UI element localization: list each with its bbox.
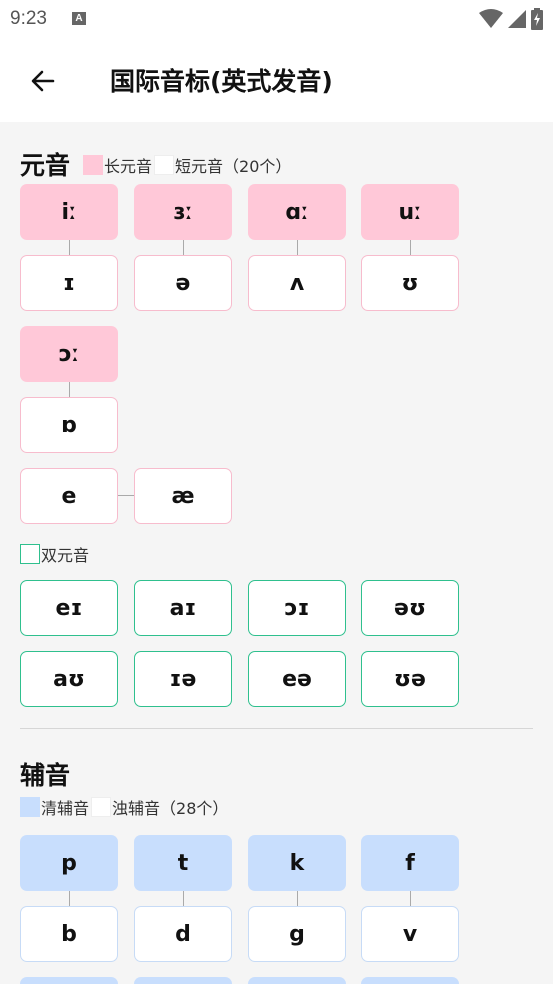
consonants-title: 辅音 (20, 761, 71, 790)
diphthong-tile[interactable]: ɔɪ (248, 580, 346, 636)
page-title: 国际音标(英式发音) (110, 67, 333, 96)
diphthong-legend-label: 双元音 (41, 546, 90, 565)
notification-a-icon: A (72, 12, 86, 25)
voiceless-consonant-tile[interactable]: p (20, 835, 118, 891)
status-icons (479, 8, 543, 30)
short-vowel-tile[interactable]: æ (134, 468, 232, 524)
signal-icon (508, 10, 526, 28)
short-vowel-swatch (154, 155, 175, 175)
vowels-title: 元音 (20, 151, 71, 180)
short-vowel-tile[interactable]: e (20, 468, 118, 524)
pair-connector (69, 240, 70, 255)
app-bar: 国际音标(英式发音) (0, 40, 553, 122)
long-vowel-tile[interactable]: ɑː (248, 184, 346, 240)
diphthong-swatch (20, 544, 40, 564)
consonants-legend: 清辅音 浊辅音（28个） (20, 795, 230, 819)
voiced-consonant-tile[interactable]: g (248, 906, 346, 962)
long-vowel-tile[interactable]: ɔː (20, 326, 118, 382)
long-vowel-tile[interactable]: uː (361, 184, 459, 240)
long-vowel-tile[interactable]: ɜː (134, 184, 232, 240)
pair-connector (183, 240, 184, 255)
pair-connector (183, 891, 184, 906)
diphthong-tile[interactable]: eə (248, 651, 346, 707)
voiced-legend-label: 浊辅音（28个） (112, 799, 229, 818)
pair-connector (69, 891, 70, 906)
short-vowel-tile[interactable]: ɪ (20, 255, 118, 311)
diphthong-tile[interactable]: eɪ (20, 580, 118, 636)
diphthong-tile[interactable]: ʊə (361, 651, 459, 707)
voiced-consonant-tile[interactable]: b (20, 906, 118, 962)
voiceless-consonant-tile[interactable] (134, 977, 232, 984)
diphthong-tile[interactable]: əʊ (361, 580, 459, 636)
status-time: 9:23 (10, 8, 47, 29)
short-vowel-tile[interactable]: ʌ (248, 255, 346, 311)
pair-connector (118, 495, 134, 496)
arrow-left-icon (31, 70, 55, 92)
voiceless-consonant-tile[interactable] (361, 977, 459, 984)
long-vowel-tile[interactable]: iː (20, 184, 118, 240)
wifi-icon (479, 9, 503, 28)
voiceless-swatch (20, 797, 40, 817)
voiceless-legend-label: 清辅音 (41, 799, 90, 818)
pair-connector (297, 891, 298, 906)
voiceless-consonant-tile[interactable] (248, 977, 346, 984)
voiceless-consonant-tile[interactable]: f (361, 835, 459, 891)
long-vowel-legend-label: 长元音 (104, 157, 153, 176)
diphthong-legend: 双元音 (20, 542, 91, 566)
battery-icon (531, 8, 543, 30)
voiceless-consonant-tile[interactable] (20, 977, 118, 984)
short-vowel-tile[interactable]: ʊ (361, 255, 459, 311)
voiced-swatch (91, 797, 112, 817)
status-bar: 9:23 A (0, 0, 553, 40)
pair-connector (410, 240, 411, 255)
long-vowel-swatch (83, 155, 103, 175)
pair-connector (410, 891, 411, 906)
pair-connector (297, 240, 298, 255)
short-vowel-tile[interactable]: ɒ (20, 397, 118, 453)
content-area: 元音 长元音 短元音（20个） iː ɜː ɑː uː ɪ ə ʌ ʊ ɔː ɒ… (0, 122, 553, 984)
voiced-consonant-tile[interactable]: v (361, 906, 459, 962)
back-button[interactable] (22, 60, 64, 102)
voiceless-consonant-tile[interactable]: t (134, 835, 232, 891)
voiced-consonant-tile[interactable]: d (134, 906, 232, 962)
pair-connector (69, 382, 70, 397)
vowels-legend: 长元音 短元音（20个） (83, 153, 293, 177)
section-divider (20, 728, 533, 729)
short-vowel-tile[interactable]: ə (134, 255, 232, 311)
diphthong-tile[interactable]: aʊ (20, 651, 118, 707)
voiceless-consonant-tile[interactable]: k (248, 835, 346, 891)
diphthong-tile[interactable]: ɪə (134, 651, 232, 707)
diphthong-tile[interactable]: aɪ (134, 580, 232, 636)
short-vowel-legend-label: 短元音（20个） (175, 157, 292, 176)
